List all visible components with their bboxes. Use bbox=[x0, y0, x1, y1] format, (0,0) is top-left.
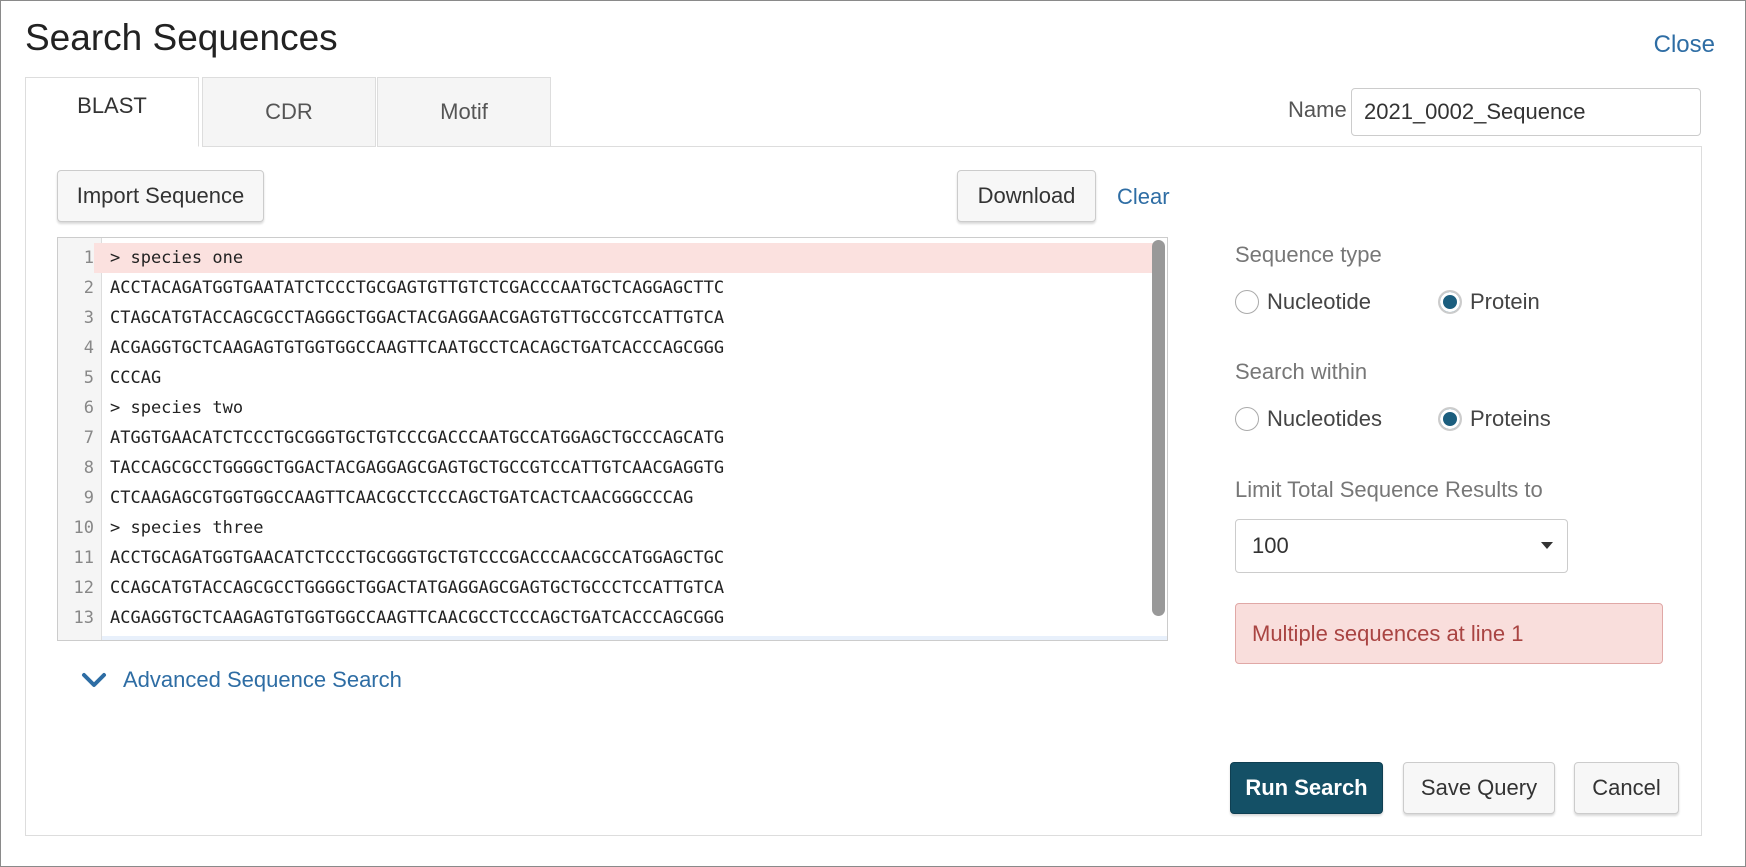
line-number: 5 bbox=[83, 368, 94, 388]
editor-line: 10 > species three bbox=[58, 513, 1153, 543]
radio-proteins[interactable]: Proteins bbox=[1438, 406, 1551, 432]
radio-label: Proteins bbox=[1470, 406, 1551, 431]
name-input[interactable] bbox=[1351, 88, 1701, 136]
dialog-title: Search Sequences bbox=[25, 17, 338, 58]
sequence-type-label: Sequence type bbox=[1235, 242, 1382, 267]
line-number: 7 bbox=[83, 428, 94, 448]
close-link[interactable]: Close bbox=[1654, 31, 1715, 59]
tab-cdr[interactable]: CDR bbox=[202, 77, 376, 147]
line-number: 9 bbox=[83, 488, 94, 508]
search-sequences-dialog: Search Sequences Close BLAST CDR Motif N… bbox=[0, 0, 1746, 867]
radio-label: Nucleotides bbox=[1267, 406, 1382, 431]
tab-motif[interactable]: Motif bbox=[377, 77, 551, 147]
editor-line: 8 TACCAGCGCCTGGGGCTGGACTACGAGGAGCGAGTGCTG… bbox=[58, 453, 1153, 483]
line-number: 13 bbox=[73, 608, 94, 628]
active-line-highlight bbox=[102, 636, 1167, 640]
line-text: > species three bbox=[110, 518, 264, 538]
editor-line: 7 ATGGTGAACATCTCCCTGCGGGTGCTGTCCCGACCCAAT… bbox=[58, 423, 1153, 453]
editor-scrollbar[interactable] bbox=[1152, 240, 1165, 616]
tab-blast[interactable]: BLAST bbox=[25, 77, 199, 147]
line-text: ACCTGCAGATGGTGAACATCTCCCTGCGGGTGCTGTCCCG… bbox=[110, 548, 725, 568]
radio-label: Nucleotide bbox=[1267, 289, 1371, 314]
editor-line: 4 ACGAGGTGCTCAAGAGTGTGGTGGCCAAGTTCAATGCCT… bbox=[58, 333, 1153, 363]
clear-link[interactable]: Clear bbox=[1117, 184, 1170, 210]
editor-line: 2 ACCTACAGATGGTGAATATCTCCCTGCGAGTGTTGTCTC… bbox=[58, 273, 1153, 303]
sequence-editor[interactable]: 1 > species one 2 ACCTACAGATGGTGAATATCTCCC… bbox=[57, 237, 1168, 641]
line-text: CTCAAGAGCGTGGTGGCCAAGTTCAACGCCTCCCAGCTGA… bbox=[110, 488, 694, 508]
import-sequence-button[interactable]: Import Sequence bbox=[57, 170, 264, 222]
caret-down-icon bbox=[1541, 542, 1553, 549]
editor-line: 1 > species one bbox=[58, 243, 1153, 273]
line-text: ACCTACAGATGGTGAATATCTCCCTGCGAGTGTTGTCTCG… bbox=[110, 278, 725, 298]
limit-value: 100 bbox=[1252, 533, 1289, 558]
editor-line: 11 ACCTGCAGATGGTGAACATCTCCCTGCGGGTGCTGTCC… bbox=[58, 543, 1153, 573]
cancel-button[interactable]: Cancel bbox=[1574, 762, 1679, 814]
download-button[interactable]: Download bbox=[957, 170, 1096, 222]
line-text: > species one bbox=[110, 248, 244, 268]
radio-nucleotide[interactable]: Nucleotide bbox=[1235, 289, 1371, 315]
editor-line: 9 CTCAAGAGCGTGGTGGCCAAGTTCAACGCCTCCCAGCTG… bbox=[58, 483, 1153, 513]
line-number: 3 bbox=[83, 308, 94, 328]
radio-circle-selected bbox=[1438, 407, 1462, 431]
radio-label: Protein bbox=[1470, 289, 1540, 314]
limit-label: Limit Total Sequence Results to bbox=[1235, 477, 1543, 502]
line-text: CCCAG bbox=[110, 368, 162, 388]
run-search-button[interactable]: Run Search bbox=[1230, 762, 1383, 814]
line-number: 12 bbox=[73, 578, 94, 598]
chevron-down-icon bbox=[82, 673, 106, 687]
radio-circle bbox=[1235, 290, 1259, 314]
line-text: ACGAGGTGCTCAAGAGTGTGGTGGCCAAGTTCAACGCCTC… bbox=[110, 608, 725, 628]
radio-protein[interactable]: Protein bbox=[1438, 289, 1540, 315]
line-number: 11 bbox=[73, 548, 94, 568]
editor-line: 13 ACGAGGTGCTCAAGAGTGTGGTGGCCAAGTTCAACGCC… bbox=[58, 603, 1153, 633]
line-text: > species two bbox=[110, 398, 244, 418]
radio-nucleotides[interactable]: Nucleotides bbox=[1235, 406, 1382, 432]
editor-line: 3 CTAGCATGTACCAGCGCCTAGGGCTGGACTACGAGGAAC… bbox=[58, 303, 1153, 333]
line-number: 2 bbox=[83, 278, 94, 298]
radio-circle-selected bbox=[1438, 290, 1462, 314]
save-query-button[interactable]: Save Query bbox=[1403, 762, 1555, 814]
editor-line: 6 > species two bbox=[58, 393, 1153, 423]
line-text: CTAGCATGTACCAGCGCCTAGGGCTGGACTACGAGGAACG… bbox=[110, 308, 725, 328]
line-number: 8 bbox=[83, 458, 94, 478]
advanced-search-toggle[interactable]: Advanced Sequence Search bbox=[81, 667, 402, 693]
line-text: ACGAGGTGCTCAAGAGTGTGGTGGCCAAGTTCAATGCCTC… bbox=[110, 338, 725, 358]
search-within-label: Search within bbox=[1235, 359, 1368, 384]
line-text: TACCAGCGCCTGGGGCTGGACTACGAGGAGCGAGTGCTGC… bbox=[110, 458, 725, 478]
editor-line: 5 CCCAG bbox=[58, 363, 1153, 393]
line-text: ATGGTGAACATCTCCCTGCGGGTGCTGTCCCGACCCAATG… bbox=[110, 428, 725, 448]
line-number: 4 bbox=[83, 338, 94, 358]
line-number: 10 bbox=[73, 518, 94, 538]
editor-line: 12 CCAGCATGTACCAGCGCCTGGGGCTGGACTATGAGGAG… bbox=[58, 573, 1153, 603]
line-number: 1 bbox=[58, 243, 94, 273]
error-alert: Multiple sequences at line 1 bbox=[1235, 603, 1663, 664]
line-number: 6 bbox=[83, 398, 94, 418]
name-label: Name bbox=[1288, 97, 1347, 122]
line-text: CCAGCATGTACCAGCGCCTGGGGCTGGACTATGAGGAGCG… bbox=[110, 578, 725, 598]
radio-circle bbox=[1235, 407, 1259, 431]
advanced-search-label: Advanced Sequence Search bbox=[123, 667, 402, 692]
limit-select[interactable]: 100 bbox=[1235, 519, 1568, 573]
